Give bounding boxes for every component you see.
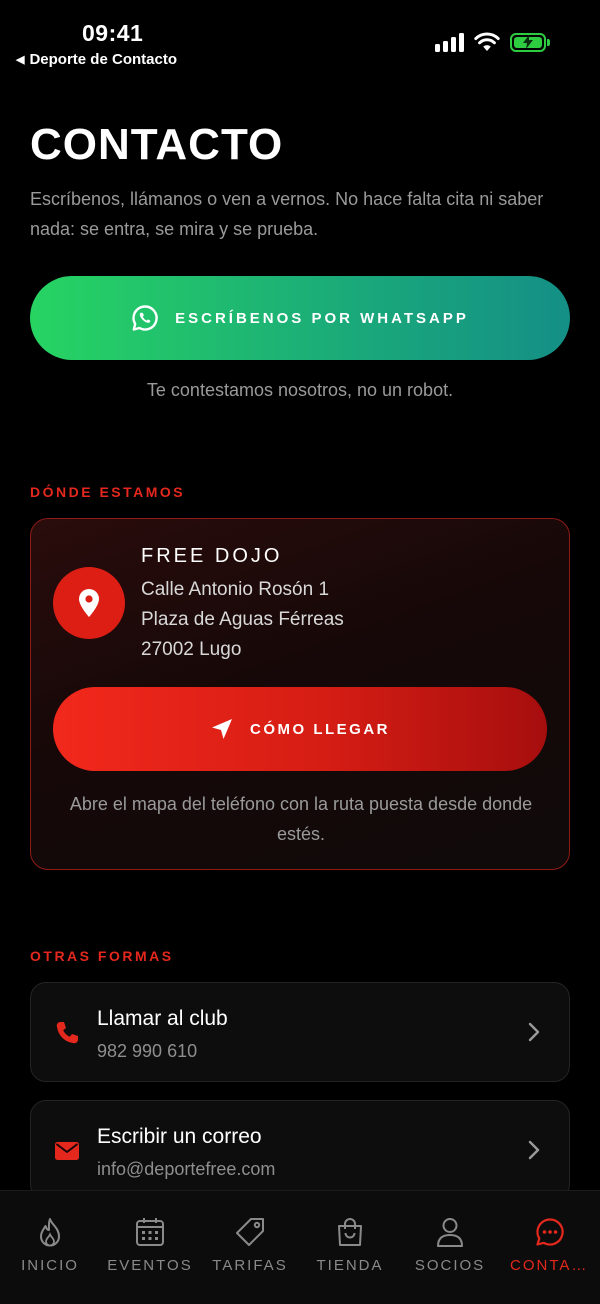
whatsapp-button[interactable]: ESCRÍBENOS POR WHATSAPP xyxy=(30,276,570,360)
signal-bars-icon xyxy=(435,32,464,52)
whatsapp-note: Te contestamos nosotros, no un robot. xyxy=(146,380,454,400)
contact-screen: 09:41 ◀ Deporte de Contacto CONTACTO Esc… xyxy=(0,0,600,1304)
tab-tienda[interactable]: TIENDA xyxy=(300,1191,400,1304)
phone-icon xyxy=(56,1022,78,1044)
back-to-app-link[interactable]: ◀ Deporte de Contacto xyxy=(16,51,177,68)
directions-button[interactable]: CÓMO LLEGAR xyxy=(53,687,547,771)
location-card: FREE DOJO Calle Antonio Rosón 1 Plaza de… xyxy=(30,518,570,870)
email-club-title: Escribir un correo xyxy=(97,1125,262,1148)
tab-bar: INICIO EVENTOS TARIFAS TIENDA SOCIOS CON… xyxy=(0,1190,600,1304)
page-title: CONTACTO xyxy=(30,120,284,169)
tab-label: TARIFAS xyxy=(212,1257,288,1274)
calendar-icon xyxy=(136,1218,164,1246)
navigation-arrow-icon xyxy=(212,719,232,739)
tab-label: SOCIOS xyxy=(414,1257,486,1274)
tab-inicio[interactable]: INICIO xyxy=(0,1191,100,1304)
tab-label: TIENDA xyxy=(316,1257,384,1274)
address-line-1: Calle Antonio Rosón 1 xyxy=(141,579,330,600)
tab-label: INICIO xyxy=(21,1257,79,1274)
email-club-row[interactable]: Escribir un correo info@deportefree.com xyxy=(30,1100,570,1200)
tag-icon xyxy=(236,1218,264,1246)
section-label-other: OTRAS FORMAS xyxy=(30,948,174,964)
flame-icon xyxy=(40,1218,60,1247)
tab-label: CONTACTO xyxy=(510,1257,594,1274)
user-icon xyxy=(437,1218,463,1247)
mail-icon xyxy=(55,1142,79,1160)
status-indicators xyxy=(435,32,550,52)
phone-number: 982 990 610 xyxy=(97,1041,198,1061)
address-line-3: 27002 Lugo xyxy=(141,639,242,660)
chat-bubble-icon xyxy=(536,1218,564,1246)
tab-label: EVENTOS xyxy=(107,1257,193,1274)
status-time: 09:41 xyxy=(82,20,144,46)
call-club-row[interactable]: Llamar al club 982 990 610 xyxy=(30,982,570,1082)
tab-socios[interactable]: SOCIOS xyxy=(400,1191,500,1304)
map-pin-icon xyxy=(53,567,125,639)
tab-eventos[interactable]: EVENTOS xyxy=(100,1191,200,1304)
tab-contacto[interactable]: CONTACTO xyxy=(500,1191,600,1304)
directions-button-label: CÓMO LLEGAR xyxy=(250,720,390,738)
address-line-2: Plaza de Aguas Férreas xyxy=(141,609,344,630)
page-intro: Escríbenos, llámanos o ven a vernos. No … xyxy=(30,189,544,239)
chevron-right-icon xyxy=(528,1140,540,1160)
directions-note: Abre el mapa del teléfono con la ruta pu… xyxy=(69,794,533,844)
battery-charging-icon xyxy=(510,32,550,52)
section-label-location: DÓNDE ESTAMOS xyxy=(30,484,186,500)
back-triangle-icon: ◀ xyxy=(16,54,25,66)
chevron-right-icon xyxy=(528,1022,540,1042)
location-name: FREE DOJO xyxy=(141,545,283,567)
email-address: info@deportefree.com xyxy=(97,1159,276,1179)
shopping-bag-icon xyxy=(338,1218,362,1246)
whatsapp-icon xyxy=(132,305,158,331)
wifi-icon xyxy=(474,32,500,51)
back-app-label: Deporte de Contacto xyxy=(29,51,177,68)
call-club-title: Llamar al club xyxy=(97,1007,228,1030)
tab-tarifas[interactable]: TARIFAS xyxy=(200,1191,300,1304)
whatsapp-button-label: ESCRÍBENOS POR WHATSAPP xyxy=(175,309,469,327)
